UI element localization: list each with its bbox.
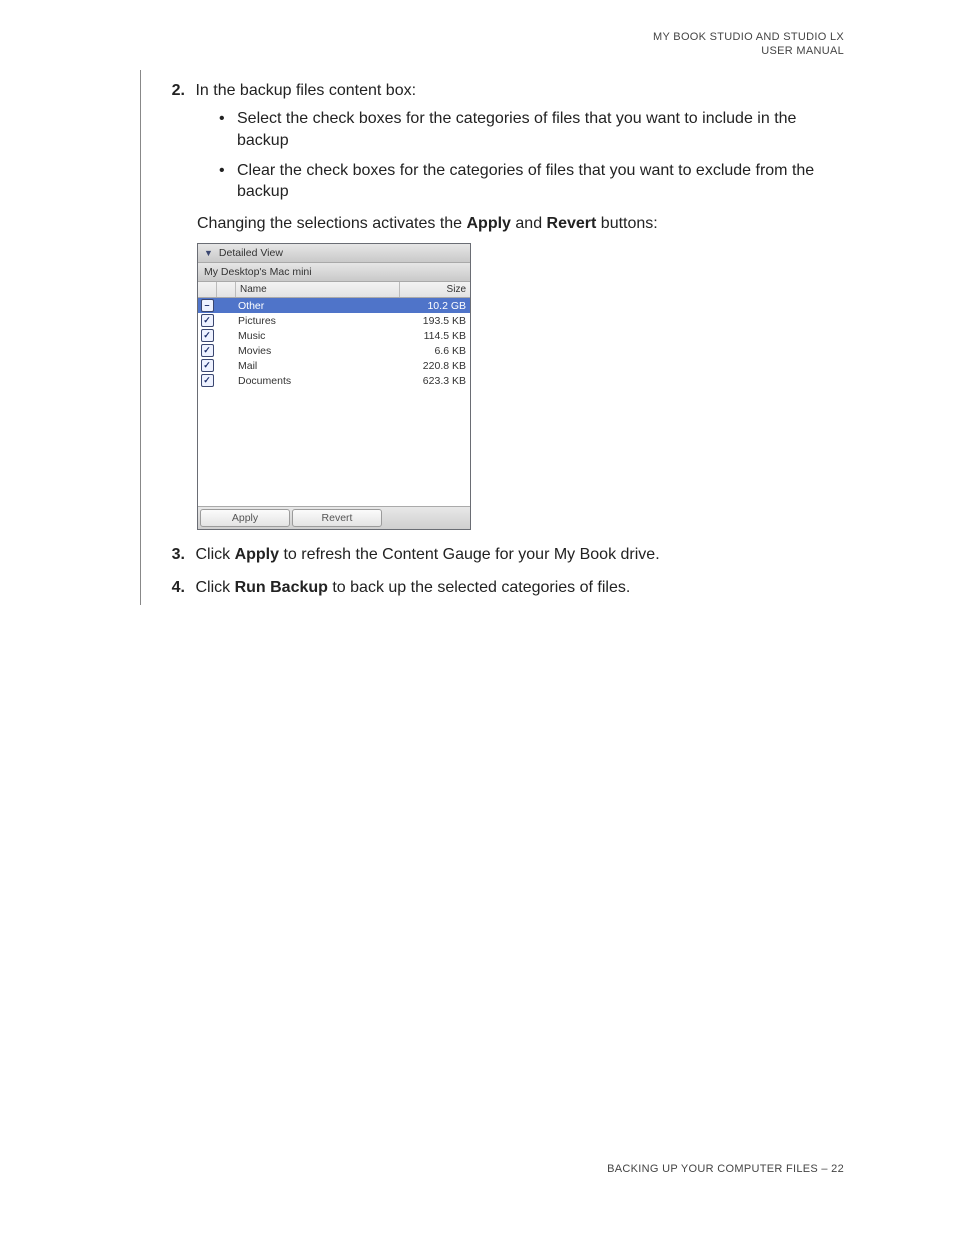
detailed-view-panel: ▼ Detailed View My Desktop's Mac mini Na… <box>197 243 471 530</box>
col-spacer <box>217 282 236 297</box>
disclosure-triangle-icon[interactable]: ▼ <box>204 248 213 258</box>
category-size: 114.5 KB <box>400 330 470 342</box>
apply-button[interactable]: Apply <box>200 509 290 527</box>
category-name: Movies <box>234 345 400 357</box>
category-name: Music <box>234 330 400 342</box>
category-name: Mail <box>234 360 400 372</box>
category-checkbox[interactable] <box>201 299 214 312</box>
bullet-exclude-text: Clear the check boxes for the categories… <box>237 160 851 203</box>
content-area: 2. In the backup files content box: • Se… <box>140 70 851 605</box>
category-size: 220.8 KB <box>400 360 470 372</box>
bullet-include: • Select the check boxes for the categor… <box>219 108 851 151</box>
category-size: 10.2 GB <box>400 300 470 312</box>
detailed-view-header[interactable]: ▼ Detailed View <box>198 244 470 263</box>
category-name: Pictures <box>234 315 400 327</box>
bullet-dot-icon: • <box>219 160 237 203</box>
step-2-caption: Changing the selections activates the Ap… <box>197 213 851 235</box>
category-checkbox[interactable] <box>201 329 214 342</box>
page-header: MY BOOK STUDIO AND STUDIO LX USER MANUAL <box>653 30 844 59</box>
category-checkbox[interactable] <box>201 314 214 327</box>
category-rows: Other10.2 GBPictures193.5 KBMusic114.5 K… <box>198 298 470 506</box>
header-line1: MY BOOK STUDIO AND STUDIO LX <box>653 30 844 44</box>
col-checkbox <box>198 282 217 297</box>
bullet-include-text: Select the check boxes for the categorie… <box>237 108 851 151</box>
step-4: 4. Click Run Backup to back up the selec… <box>161 577 851 599</box>
header-line2: USER MANUAL <box>653 44 844 58</box>
page-footer: BACKING UP YOUR COMPUTER FILES – 22 <box>607 1163 844 1175</box>
table-row[interactable]: Movies6.6 KB <box>198 343 470 358</box>
step-2-bullets: • Select the check boxes for the categor… <box>219 108 851 202</box>
category-name: Documents <box>234 375 400 387</box>
category-checkbox[interactable] <box>201 374 214 387</box>
table-row[interactable]: Pictures193.5 KB <box>198 313 470 328</box>
category-checkbox[interactable] <box>201 344 214 357</box>
table-row[interactable]: Music114.5 KB <box>198 328 470 343</box>
panel-footer: Apply Revert <box>198 506 470 529</box>
step-2: 2. In the backup files content box: <box>161 80 851 102</box>
source-bar: My Desktop's Mac mini <box>198 263 470 282</box>
bullet-exclude: • Clear the check boxes for the categori… <box>219 160 851 203</box>
table-row[interactable]: Mail220.8 KB <box>198 358 470 373</box>
category-size: 623.3 KB <box>400 375 470 387</box>
detailed-view-label: Detailed View <box>219 247 283 259</box>
table-row[interactable]: Documents623.3 KB <box>198 373 470 388</box>
category-checkbox[interactable] <box>201 359 214 372</box>
step-4-number: 4. <box>161 577 185 599</box>
col-size[interactable]: Size <box>400 282 470 297</box>
bullet-dot-icon: • <box>219 108 237 151</box>
category-size: 6.6 KB <box>400 345 470 357</box>
col-name[interactable]: Name <box>236 282 400 297</box>
category-name: Other <box>234 300 400 312</box>
step-3-number: 3. <box>161 544 185 566</box>
revert-button[interactable]: Revert <box>292 509 382 527</box>
step-3: 3. Click Apply to refresh the Content Ga… <box>161 544 851 566</box>
source-label: My Desktop's Mac mini <box>204 266 312 278</box>
column-headers: Name Size <box>198 282 470 298</box>
table-row[interactable]: Other10.2 GB <box>198 298 470 313</box>
step-2-number: 2. <box>161 80 185 102</box>
step-2-intro: In the backup files content box: <box>195 82 416 99</box>
category-size: 193.5 KB <box>400 315 470 327</box>
